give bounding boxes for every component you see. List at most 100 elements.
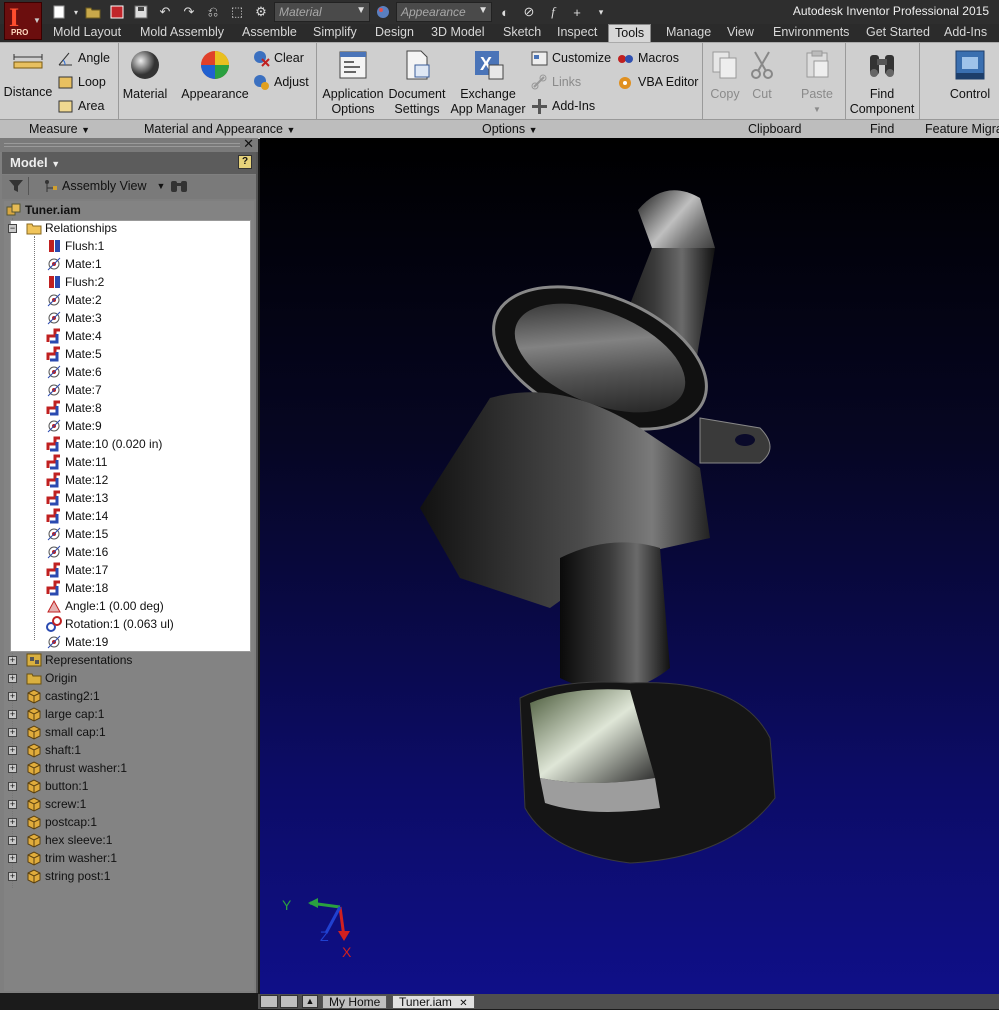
tab-design[interactable]: Design [369, 24, 420, 42]
panel-options[interactable]: Options ▼ [482, 122, 538, 136]
expand-icon[interactable]: + [8, 818, 17, 827]
tree-item-component[interactable]: button:1 [26, 777, 88, 795]
expand-icon[interactable]: + [8, 800, 17, 809]
parameters-fx-icon[interactable]: f [542, 2, 564, 22]
tree-root-assembly[interactable]: Tuner.iam [6, 201, 81, 219]
clear-appearance-icon[interactable]: ⊘ [518, 2, 540, 22]
return-icon[interactable]: ⎌ [202, 2, 224, 22]
tree-item-constraint[interactable]: Mate:19 [46, 633, 108, 651]
expand-icon[interactable]: + [8, 692, 17, 701]
material-button[interactable]: Material [121, 49, 169, 102]
filter-icon[interactable] [8, 178, 24, 197]
appearance-sphere-icon[interactable] [372, 2, 394, 22]
save-icon[interactable] [130, 2, 152, 22]
paste-button[interactable]: Paste ▼ [797, 49, 837, 117]
tree-item-constraint[interactable]: Mate:3 [46, 309, 102, 327]
cascade-windows-icon[interactable] [280, 995, 298, 1008]
tuner-assembly-model[interactable] [260, 138, 999, 994]
collapse-relationships-icon[interactable]: − [8, 224, 17, 233]
macros-button[interactable]: Macros [617, 48, 679, 68]
clear-button[interactable]: Clear [253, 48, 304, 68]
appearance-select[interactable]: Appearance ▼ [396, 2, 492, 22]
tree-item-constraint[interactable]: Mate:11 [46, 453, 107, 471]
tile-windows-icon[interactable] [260, 995, 278, 1008]
tree-item-component[interactable]: thrust washer:1 [26, 759, 127, 777]
tab-mold-layout[interactable]: Mold Layout [47, 24, 127, 42]
tree-item-constraint[interactable]: Flush:2 [46, 273, 104, 291]
help-icon[interactable]: ? [238, 155, 252, 169]
distance-button[interactable]: Distance [3, 49, 53, 100]
copy-button[interactable]: Copy [705, 49, 745, 102]
tree-item-constraint[interactable]: Flush:1 [46, 237, 104, 255]
expand-icon[interactable]: + [8, 854, 17, 863]
tree-item-component[interactable]: shaft:1 [26, 741, 81, 759]
project-icon[interactable] [106, 2, 128, 22]
tree-item-component[interactable]: screw:1 [26, 795, 86, 813]
tab-sketch[interactable]: Sketch [497, 24, 547, 42]
expand-icon[interactable]: + [8, 728, 17, 737]
expand-icon[interactable]: + [8, 656, 17, 665]
redo-icon[interactable]: ↷ [178, 2, 200, 22]
tab-get-started[interactable]: Get Started [860, 24, 936, 42]
new-file-icon[interactable] [48, 2, 70, 22]
tree-item-component[interactable]: large cap:1 [26, 705, 104, 723]
tab-mold-assembly[interactable]: Mold Assembly [134, 24, 230, 42]
tree-item-constraint[interactable]: Rotation:1 (0.063 ul) [46, 615, 174, 633]
tab-manage[interactable]: Manage [660, 24, 717, 42]
tree-item-constraint[interactable]: Mate:6 [46, 363, 102, 381]
select-mode-icon[interactable]: ⬚ [226, 2, 248, 22]
tab-tools[interactable]: Tools [608, 24, 652, 42]
exchange-app-manager-button[interactable]: X Exchange App Manager [448, 47, 528, 117]
doc-tab-my-home[interactable]: My Home [322, 995, 388, 1009]
close-icon[interactable]: ✕ [243, 136, 254, 152]
expand-icon[interactable]: + [8, 764, 17, 773]
appearance-button[interactable]: Appearance [181, 49, 249, 102]
application-menu-button[interactable]: I PRO ▼ [4, 2, 42, 40]
tree-item-component[interactable]: string post:1 [26, 867, 110, 885]
tab-3d-model[interactable]: 3D Model [425, 24, 491, 42]
add-icon[interactable]: + [566, 2, 588, 22]
angle-button[interactable]: Angle [57, 48, 110, 68]
browser-header[interactable]: Model ▼ ? [2, 152, 256, 174]
new-dropdown-icon[interactable]: ▾ [72, 2, 80, 22]
adjust-appearance-icon[interactable]: ◐ [494, 2, 516, 22]
tree-item-constraint[interactable]: Angle:1 (0.00 deg) [46, 597, 164, 615]
add-ins-button[interactable]: Add-Ins [531, 96, 595, 116]
assembly-view-dropdown[interactable]: Assembly View ▼ [42, 178, 165, 194]
customize-button[interactable]: Customize [531, 48, 611, 68]
tree-item-constraint[interactable]: Mate:9 [46, 417, 102, 435]
links-button[interactable]: Links [531, 72, 581, 92]
tab-view[interactable]: View [721, 24, 760, 42]
customize-qat-icon[interactable]: ▾ [590, 2, 612, 22]
expand-icon[interactable]: + [8, 836, 17, 845]
application-options-button[interactable]: Application Options [319, 49, 387, 117]
tree-item-constraint[interactable]: Mate:15 [46, 525, 108, 543]
tab-simplify[interactable]: Simplify [307, 24, 363, 42]
tree-item-component[interactable]: casting2:1 [26, 687, 100, 705]
tree-item-constraint[interactable]: Mate:18 [46, 579, 108, 597]
graphics-viewport[interactable]: Y Z X [260, 138, 999, 994]
tree-item-component[interactable]: hex sleeve:1 [26, 831, 112, 849]
vba-editor-button[interactable]: VBA Editor [617, 72, 698, 92]
tree-item-constraint[interactable]: Mate:5 [46, 345, 102, 363]
tab-inspect[interactable]: Inspect [551, 24, 603, 42]
control-button[interactable]: Control [944, 49, 996, 102]
tree-item-constraint[interactable]: Mate:14 [46, 507, 108, 525]
panel-measure[interactable]: Measure ▼ [29, 122, 90, 136]
tree-item-constraint[interactable]: Mate:12 [46, 471, 108, 489]
panel-material-appearance[interactable]: Material and Appearance ▼ [144, 122, 295, 136]
browser-grip[interactable]: ✕ [0, 136, 258, 152]
material-select[interactable]: Material ▼ [274, 2, 370, 22]
open-folder-icon[interactable] [82, 2, 104, 22]
tree-item-component[interactable]: trim washer:1 [26, 849, 117, 867]
tree-item-constraint[interactable]: Mate:2 [46, 291, 102, 309]
tree-item-constraint[interactable]: Mate:16 [46, 543, 108, 561]
expand-icon[interactable]: + [8, 674, 17, 683]
expand-icon[interactable]: + [8, 746, 17, 755]
tree-item-constraint[interactable]: Mate:7 [46, 381, 102, 399]
tree-item-component[interactable]: small cap:1 [26, 723, 106, 741]
tab-assemble[interactable]: Assemble [236, 24, 303, 42]
tab-environments[interactable]: Environments [767, 24, 855, 42]
document-settings-button[interactable]: Document Settings [388, 49, 446, 117]
tree-item-constraint[interactable]: Mate:8 [46, 399, 102, 417]
